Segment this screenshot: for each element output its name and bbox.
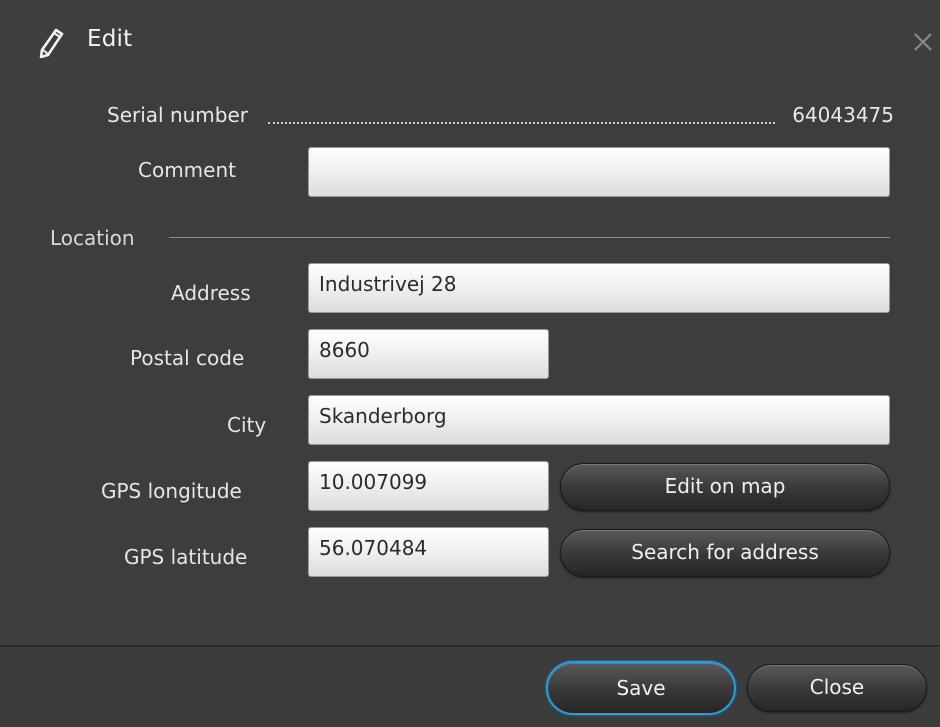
comment-label: Comment xyxy=(138,158,236,182)
gps-latitude-field[interactable]: 56.070484 xyxy=(308,527,549,577)
dotted-leader xyxy=(268,122,775,124)
comment-field[interactable] xyxy=(308,147,890,197)
dialog-title: Edit xyxy=(87,26,133,52)
close-button[interactable]: Close xyxy=(747,664,927,712)
city-field[interactable]: Skanderborg xyxy=(308,395,890,445)
location-section-label: Location xyxy=(50,226,135,250)
edit-on-map-button[interactable]: Edit on map xyxy=(560,463,890,511)
address-label: Address xyxy=(171,281,251,305)
location-section-header: Location xyxy=(50,226,890,254)
gps-latitude-label: GPS latitude xyxy=(124,545,248,569)
section-divider xyxy=(169,237,890,238)
postal-code-label: Postal code xyxy=(130,346,245,370)
postal-code-field[interactable]: 8660 xyxy=(308,329,549,379)
serial-number-row: Serial number 64043475 xyxy=(107,103,894,131)
address-field[interactable]: Industrivej 28 xyxy=(308,263,890,313)
gps-longitude-field[interactable]: 10.007099 xyxy=(308,461,549,511)
search-for-address-button[interactable]: Search for address xyxy=(560,529,890,577)
city-label: City xyxy=(227,413,267,437)
pencil-icon xyxy=(39,28,64,58)
close-icon[interactable] xyxy=(912,31,934,53)
title-bar: Edit xyxy=(0,0,940,84)
serial-number-label: Serial number xyxy=(107,103,249,127)
save-button[interactable]: Save xyxy=(546,661,736,715)
serial-number-value: 64043475 xyxy=(792,103,894,127)
gps-longitude-label: GPS longitude xyxy=(101,479,242,503)
